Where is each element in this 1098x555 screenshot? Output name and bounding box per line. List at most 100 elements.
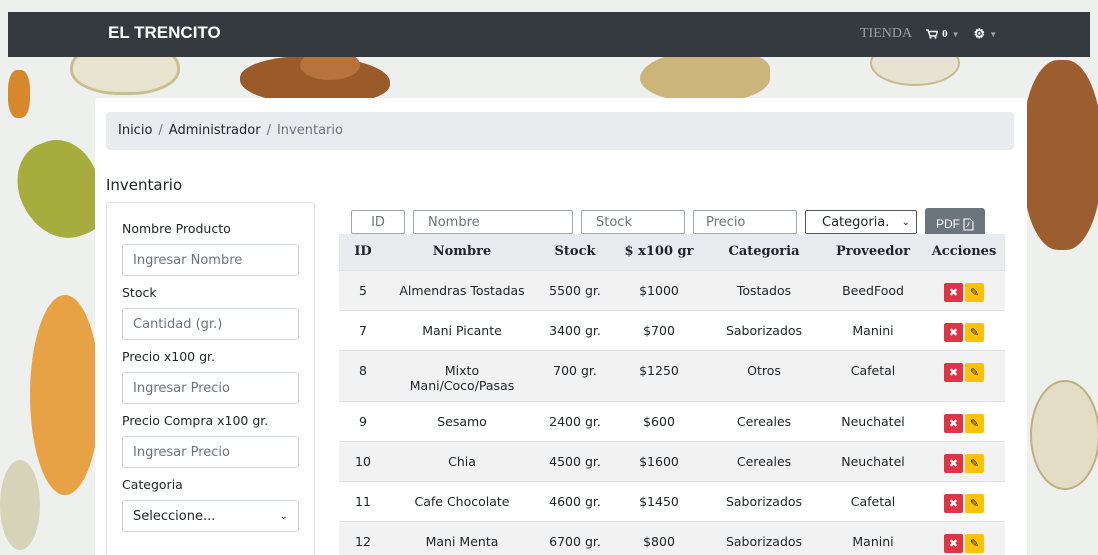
pencil-icon: ✎ [969,285,980,299]
filter-categoria-select[interactable]: Categoria. ⌄ [805,210,917,234]
cell-nombre: Mixto Mani/Coco/Pasas [387,349,537,401]
cell-acciones: ✖ ✎ [923,349,1005,401]
close-icon: ✖ [948,365,959,379]
cell-precio: $700 [613,309,705,350]
page-title: Inventario [106,176,183,194]
breadcrumb-home[interactable]: Inicio [118,123,152,138]
edit-button[interactable]: ✎ [965,533,984,553]
col-nombre[interactable]: Nombre [387,234,537,270]
delete-button[interactable]: ✖ [944,453,963,473]
filter-stock-input[interactable]: Stock [581,210,685,234]
cell-categoria: Saborizados [705,520,823,555]
nav-link-tienda[interactable]: TIENDA [860,26,912,42]
edit-button[interactable]: ✎ [965,413,984,433]
categoria-label: Categoria [122,477,183,492]
categoria-select-value: Seleccione... [133,508,216,524]
table-header-row: ID Nombre Stock $ x100 gr Categoria Prov… [339,234,1005,270]
nombre-label: Nombre Producto [122,221,231,236]
cell-nombre: Chia [387,440,537,481]
chevron-down-icon: ▼ [989,29,998,39]
cell-proveedor: Cafetal [823,349,923,401]
cell-categoria: Otros [705,349,823,401]
pencil-icon: ✎ [969,456,980,470]
cell-nombre: Sesamo [387,400,537,441]
col-categoria[interactable]: Categoria [705,234,823,270]
delete-button[interactable]: ✖ [944,362,963,382]
settings-dropdown[interactable]: ⚙ ▼ [974,26,998,42]
cell-id: 12 [339,520,387,555]
cell-id: 7 [339,309,387,350]
cart-icon [926,29,939,39]
close-icon: ✖ [948,285,959,299]
col-acciones: Acciones [923,234,1005,270]
pencil-icon: ✎ [969,496,980,510]
cell-proveedor: Cafetal [823,480,923,521]
nav-right: TIENDA 0 ▼ ⚙ ▼ [860,26,997,42]
delete-button[interactable]: ✖ [944,282,963,302]
close-icon: ✖ [948,456,959,470]
edit-button[interactable]: ✎ [965,453,984,473]
edit-button[interactable]: ✎ [965,322,984,342]
table-row: 9 Sesamo 2400 gr. $600 Cereales Neuchatel ✖ ✎ [339,400,1005,441]
brand-logo[interactable]: EL TRENCITO [108,23,221,43]
filter-nombre-input[interactable]: Nombre [413,210,573,234]
cell-stock: 3400 gr. [537,309,613,350]
cell-precio: $1600 [613,440,705,481]
stock-input[interactable]: Cantidad (gr.) [122,308,299,340]
cart-count: 0 [942,28,948,40]
cell-precio: $800 [613,520,705,555]
stock-label: Stock [122,285,157,300]
edit-button[interactable]: ✎ [965,493,984,513]
table-row: 12 Mani Menta 6700 gr. $800 Saborizados Manin… [339,520,1005,555]
cell-stock: 5500 gr. [537,269,613,310]
close-icon: ✖ [948,536,959,550]
cell-stock: 4600 gr. [537,480,613,521]
cell-stock: 700 gr. [537,349,613,401]
cell-proveedor: BeedFood [823,269,923,310]
cell-precio: $1250 [613,349,705,401]
table-row: 7 Mani Picante 3400 gr. $700 Saborizados Mani… [339,309,1005,350]
chevron-down-icon: ⌄ [901,216,910,228]
delete-button[interactable]: ✖ [944,322,963,342]
cell-acciones: ✖ ✎ [923,440,1005,481]
cell-id: 5 [339,269,387,310]
delete-button[interactable]: ✖ [944,413,963,433]
cell-categoria: Saborizados [705,480,823,521]
cell-precio: $1000 [613,269,705,310]
close-icon: ✖ [948,325,959,339]
filter-precio-input[interactable]: Precio [693,210,797,234]
pencil-icon: ✎ [969,416,980,430]
breadcrumb-admin[interactable]: Administrador [169,123,261,138]
cell-nombre: Cafe Chocolate [387,480,537,521]
filter-id-input[interactable]: ID [351,210,405,234]
cell-stock: 6700 gr. [537,520,613,555]
table-row: 8 Mixto Mani/Coco/Pasas 700 gr. $1250 Otros C… [339,349,1005,401]
chevron-down-icon: ⌄ [279,510,288,522]
cell-acciones: ✖ ✎ [923,480,1005,521]
table-row: 11 Cafe Chocolate 4600 gr. $1450 Saborizados… [339,480,1005,521]
col-precio[interactable]: $ x100 gr [613,234,705,270]
col-stock[interactable]: Stock [537,234,613,270]
cell-proveedor: Neuchatel [823,440,923,481]
navbar: EL TRENCITO TIENDA 0 ▼ ⚙ ▼ [8,12,1090,57]
nombre-input[interactable]: Ingresar Nombre [122,244,299,276]
precio-compra-input[interactable]: Ingresar Precio [122,436,299,468]
cell-stock: 2400 gr. [537,400,613,441]
categoria-select[interactable]: Seleccione... ⌄ [122,500,299,532]
cell-acciones: ✖ ✎ [923,309,1005,350]
cell-id: 11 [339,480,387,521]
delete-button[interactable]: ✖ [944,533,963,553]
cell-acciones: ✖ ✎ [923,269,1005,310]
edit-button[interactable]: ✎ [965,362,984,382]
cart-dropdown[interactable]: 0 ▼ [926,28,960,40]
delete-button[interactable]: ✖ [944,493,963,513]
cell-proveedor: Manini [823,309,923,350]
pdf-file-icon [963,217,974,231]
precio-input[interactable]: Ingresar Precio [122,372,299,404]
close-icon: ✖ [948,416,959,430]
col-id[interactable]: ID [339,234,387,270]
col-proveedor[interactable]: Proveedor [823,234,923,270]
close-icon: ✖ [948,496,959,510]
edit-button[interactable]: ✎ [965,282,984,302]
cell-acciones: ✖ ✎ [923,520,1005,555]
